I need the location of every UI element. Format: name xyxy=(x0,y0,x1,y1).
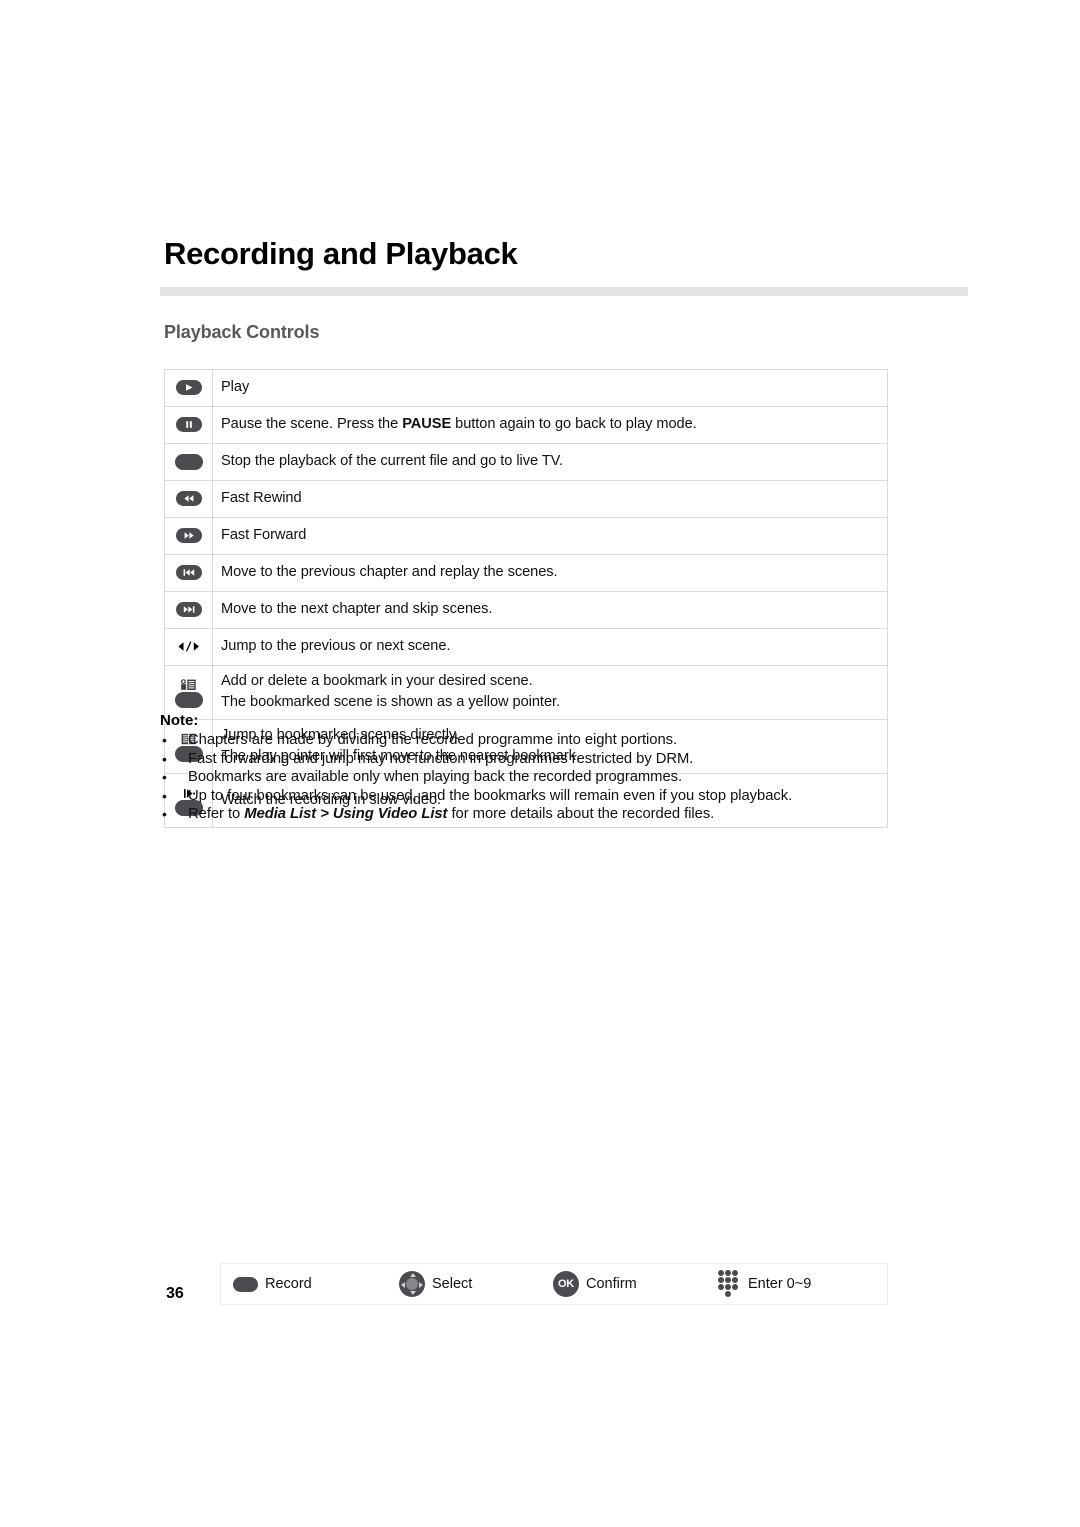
keypad-row xyxy=(718,1284,738,1290)
note-item-text: Fast forwarding and jump may not functio… xyxy=(188,750,694,767)
note-item-text-prefix: Refer to xyxy=(188,806,245,823)
table-row: Fast Forward xyxy=(164,517,888,555)
note-list: • Chapters are made by dividing the reco… xyxy=(160,731,920,824)
keypad-key xyxy=(725,1270,731,1276)
keypad-key xyxy=(732,1277,738,1283)
table-row: Move to the next chapter and skip scenes… xyxy=(164,591,888,629)
row-description: Pause the scene. Press the PAUSE button … xyxy=(212,406,888,444)
document-page: Recording and Playback Playback Controls… xyxy=(0,0,1080,1527)
dpad-left-arrow xyxy=(401,1282,405,1288)
play-pill xyxy=(175,380,202,396)
dpad-right-arrow xyxy=(419,1282,423,1288)
row-description: Move to the next chapter and skip scenes… xyxy=(212,591,888,629)
fast-forward-button-icon xyxy=(164,517,213,555)
note-item-emphasis: Media List > Using Video List xyxy=(244,806,448,823)
page-title: Recording and Playback xyxy=(164,236,518,271)
keypad-row xyxy=(725,1291,731,1297)
previous-chapter-button-icon xyxy=(164,554,213,592)
stop-pill xyxy=(174,453,203,470)
note-bullet: • xyxy=(162,769,167,786)
table-row: Fast Rewind xyxy=(164,480,888,518)
note-item-text: Chapters are made by dividing the record… xyxy=(188,732,678,748)
keypad-key xyxy=(732,1284,738,1290)
legend-item-confirm: OK Confirm xyxy=(553,1264,637,1304)
note-item-text: Bookmarks are available only when playin… xyxy=(188,769,683,786)
title-divider xyxy=(160,287,968,296)
row-description: Stop the playback of the current file an… xyxy=(212,443,888,481)
note-item-text: Up to four bookmarks can be used, and th… xyxy=(188,787,793,804)
row-description: Add or delete a bookmark in your desired… xyxy=(212,665,888,720)
keypad-key xyxy=(725,1284,731,1290)
note-item: • Chapters are made by dividing the reco… xyxy=(160,731,920,750)
next-chapter-pill xyxy=(175,602,202,618)
table-row: Stop the playback of the current file an… xyxy=(164,443,888,481)
arrow-pair-glyph xyxy=(174,640,204,653)
keypad-key xyxy=(718,1270,724,1276)
note-title: Note: xyxy=(160,712,199,729)
note-item: • Fast forwarding and jump may not funct… xyxy=(160,750,920,769)
legend-label: Record xyxy=(265,1276,312,1292)
stop-button-icon xyxy=(164,443,213,481)
dpad-center xyxy=(406,1278,418,1290)
previous-chapter-pill xyxy=(175,565,202,581)
table-row: Add or delete a bookmark in your desired… xyxy=(164,665,888,720)
ok-button-icon: OK xyxy=(553,1271,579,1297)
legend-item-select: Select xyxy=(399,1264,472,1304)
legend-label: Confirm xyxy=(586,1276,637,1292)
table-row: Pause the scene. Press the PAUSE button … xyxy=(164,406,888,444)
row-description: Move to the previous chapter and replay … xyxy=(212,554,888,592)
pause-description: Pause the scene. Press the PAUSE button … xyxy=(221,416,697,433)
number-keypad-icon xyxy=(715,1270,741,1298)
row-description: Fast Rewind xyxy=(212,480,888,518)
row-description: Fast Forward xyxy=(212,517,888,555)
keypad-row xyxy=(718,1277,738,1283)
keypad-key xyxy=(732,1270,738,1276)
note-item-text-suffix: for more details about the recorded file… xyxy=(447,806,715,823)
legend-item-record: Record xyxy=(233,1264,312,1304)
note-bullet: • xyxy=(162,732,167,748)
table-row: Jump to the previous or next scene. xyxy=(164,628,888,666)
rewind-pill xyxy=(175,491,202,507)
keypad-key xyxy=(725,1277,731,1283)
add-bookmark-pill xyxy=(174,691,203,708)
record-button-icon xyxy=(233,1276,258,1292)
note-item: • Up to four bookmarks can be used, and … xyxy=(160,787,920,806)
keypad-key xyxy=(718,1277,724,1283)
note-bullet: • xyxy=(162,750,167,767)
keypad-key-zero xyxy=(725,1291,731,1297)
fast-rewind-button-icon xyxy=(164,480,213,518)
pause-button-icon xyxy=(164,406,213,444)
row-description: Play xyxy=(212,369,888,407)
dpad-up-arrow xyxy=(410,1273,416,1277)
section-heading: Playback Controls xyxy=(164,322,320,342)
legend-label: Enter 0~9 xyxy=(748,1276,812,1292)
note-item: • Bookmarks are available only when play… xyxy=(160,768,920,787)
legend-item-enter-numbers: Enter 0~9 xyxy=(715,1264,811,1304)
keypad-row xyxy=(718,1270,738,1276)
next-chapter-button-icon xyxy=(164,591,213,629)
keypad-key xyxy=(718,1284,724,1290)
table-row: Move to the previous chapter and replay … xyxy=(164,554,888,592)
forward-pill xyxy=(175,528,202,544)
row-description: Jump to the previous or next scene. xyxy=(212,628,888,666)
left-right-arrows-icon xyxy=(164,628,213,666)
add-bookmark-stack xyxy=(174,678,203,708)
play-button-icon xyxy=(164,369,213,407)
note-bullet: • xyxy=(162,806,167,823)
footer-legend-bar: Record Select OK Confirm Enter 0~9 xyxy=(220,1263,888,1305)
note-bullet: • xyxy=(162,787,167,804)
note-item: • Refer to Media List > Using Video List… xyxy=(160,805,920,824)
page-number: 36 xyxy=(166,1285,184,1302)
legend-label: Select xyxy=(432,1276,473,1292)
dpad-down-arrow xyxy=(410,1291,416,1295)
dpad-icon xyxy=(399,1271,425,1297)
add-bookmark-glyph xyxy=(180,678,197,691)
table-row: Play xyxy=(164,369,888,407)
pause-pill xyxy=(175,417,202,433)
